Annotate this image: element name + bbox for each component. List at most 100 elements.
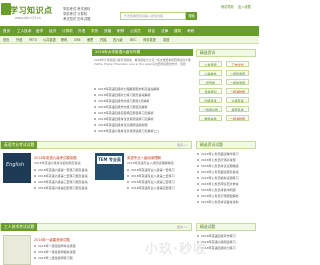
right-categories-header: 精选资讯	[196, 49, 256, 57]
feature-left-desc: 2018年英语六级考试模拟题及答案	[34, 161, 81, 165]
subnav-item[interactable]: 首页	[3, 36, 9, 44]
right-categories-heading: 精选资讯	[200, 50, 216, 55]
right-lists-header: 精选资讯试题	[196, 141, 256, 149]
list-item[interactable]: 2018年英语四级听力练习题及答案解析	[94, 93, 178, 97]
list-item[interactable]: 2018年公务员考前冲刺题	[197, 188, 261, 192]
featured-header: 2018年大学英语六级写作模	[92, 49, 193, 56]
nav-item[interactable]: 建筑	[174, 26, 181, 36]
category-link[interactable]: 四级英语	[199, 97, 222, 103]
subnav-item[interactable]: PETS	[29, 36, 37, 44]
list-item[interactable]: 2018年英语六级第三套练习题及答案	[34, 180, 92, 184]
nav-item[interactable]: 资格	[104, 26, 111, 36]
category-link[interactable]: 公务员题	[199, 61, 222, 67]
category-link[interactable]: 一级造价师	[199, 106, 222, 112]
subnav-item[interactable]: 外语	[16, 36, 22, 44]
list-item[interactable]: 2018年英语专业八级第三套练习	[127, 180, 190, 184]
list-item[interactable]: 2018年英语四级考试仔细阅读模拟题	[94, 123, 178, 127]
list-item[interactable]: 2018年英语六级第二套练习题及答案	[34, 174, 92, 178]
english-thumbnail-image[interactable]: English	[3, 153, 31, 183]
category-link[interactable]: 六级英语	[226, 97, 249, 103]
list-item[interactable]: 2018年英语四级作文练习题目及解析	[94, 105, 178, 109]
nav-item[interactable]: 医学	[36, 26, 43, 36]
category-link[interactable]: 二级消防师	[226, 88, 249, 94]
subnav-item[interactable]: 职称	[61, 36, 67, 44]
feature-right-desc: 2018年英语专业八级阅读理解精选	[127, 161, 174, 165]
category-link[interactable]: 一级消防师	[226, 115, 249, 121]
category-link[interactable]: 自考培训	[199, 88, 222, 94]
site-nav-link[interactable]: 网站导航	[221, 4, 234, 9]
list-item[interactable]: 2018年公务员行测必考题	[197, 158, 261, 162]
tem-thumbnail-label: TEM 专业英语	[97, 156, 122, 170]
featured-heading[interactable]: 2018年大学英语六级写作模	[95, 49, 140, 56]
subnav-item[interactable]: GRE	[74, 36, 81, 44]
subnav-item[interactable]: 托福	[100, 36, 106, 44]
list-item[interactable]: 2018年英语四级听力理解题型材料及答案解析	[94, 87, 178, 91]
subnav-item[interactable]: 公共英语	[43, 36, 56, 44]
more-link[interactable]: 更多>>	[177, 223, 188, 231]
category-link[interactable]: 教师资格	[199, 115, 222, 121]
nav-item[interactable]: 法律	[161, 26, 168, 36]
search-input[interactable]: 方法查看查找请输入搜索内容	[120, 12, 186, 20]
subnav-item[interactable]: BEC	[130, 36, 136, 44]
category-link[interactable]: 一级建造师	[226, 70, 249, 76]
subnav-item[interactable]: 商务英语	[143, 36, 156, 44]
nav-item[interactable]: 公务员	[130, 26, 141, 36]
list-item[interactable]: 2018年公务员面试精华练习	[197, 152, 261, 156]
subnav-item[interactable]: 四六级	[113, 36, 123, 44]
nav-item[interactable]: 职称	[117, 26, 124, 36]
list-item[interactable]: 2018年一级建造师模拟试题	[34, 250, 92, 254]
english-section-heading[interactable]: 英语专业考试试题	[1, 141, 38, 149]
search-button[interactable]: 搜索	[186, 12, 197, 20]
category-link[interactable]: 经济学	[199, 79, 222, 85]
list-item[interactable]: 2018年公务员考试备考资料	[197, 200, 261, 204]
list-item[interactable]: 2018年一级建造师考试真题	[34, 244, 92, 248]
list-item[interactable]: 2018年英语四级考试长篇阅读练习及解析	[94, 117, 178, 121]
feature-left-title[interactable]: 2018年英语六级考试模拟题	[34, 155, 77, 160]
nav-item[interactable]: 首页	[3, 26, 10, 36]
tagline-3: 考试知识 历年试题	[63, 17, 91, 21]
nav-item[interactable]: 工人技术	[17, 26, 31, 36]
sub-nav: 首页 外语 PETS 公共英语 职称 GRE 雅思 托福 四六级 BEC 商务英…	[0, 36, 259, 44]
list-item[interactable]: 2018年英语专业八级第四套练习	[127, 186, 190, 190]
tem-thumbnail-image[interactable]: TEM 专业英语	[95, 153, 124, 180]
feature-right-title[interactable]: 英语专业八级阅读理解	[127, 155, 161, 160]
tech-thumbnail-image[interactable]	[3, 235, 31, 265]
more-link[interactable]: 更多>>	[177, 141, 188, 149]
list-item[interactable]: 2018年公务员行测题型解析	[197, 194, 261, 198]
tech-feature-title[interactable]: 2018年一级建造师试题	[34, 237, 70, 242]
featured-intro: 2018年大学英语六级写作模板：推荐模板大全写一篇文章要求按照所提供大纲(Ski…	[94, 58, 191, 66]
list-item[interactable]: 2018年英语专业八级第二套练习	[127, 174, 190, 178]
category-link[interactable]: 二级建造师	[226, 79, 249, 85]
nav-item[interactable]: 考研	[187, 26, 194, 36]
subnav-item[interactable]: 雅思	[87, 36, 93, 44]
list-item[interactable]: 2018年英语六级第四套练习题及答案	[34, 186, 92, 190]
english-thumbnail-label: English	[6, 162, 25, 168]
list-item[interactable]: 2018年公务员面试题及答案	[197, 170, 261, 174]
site-url: www.djks123.cn	[15, 16, 41, 20]
subnav-item[interactable]: 英语	[163, 36, 169, 44]
category-link[interactable]: 考研英语	[226, 106, 249, 112]
list-item[interactable]: 2018年英语四级作文练习题目2及解析	[94, 99, 178, 103]
list-item[interactable]: 2018年公务员考试试题精选	[197, 164, 261, 168]
list-item[interactable]: 2018年公务员模拟试题练习	[197, 176, 261, 180]
watermark-text: 小玖·秒收	[145, 242, 207, 257]
english-section-header: 英语专业考试试题 更多>>	[0, 141, 192, 149]
site-title[interactable]: 学习知识点	[10, 5, 53, 16]
nav-item[interactable]: 学历	[91, 26, 98, 36]
right-lists-2-heading: 精选试题	[200, 224, 216, 229]
nav-item[interactable]: 计算机	[62, 26, 73, 36]
list-item[interactable]: 2018年英语四级完型填空题目练习及解析	[94, 111, 178, 115]
tech-section-header: 工人技术考试试题 更多>>	[0, 223, 192, 231]
list-item[interactable]: 2018年公务员申论范文参考	[197, 182, 261, 186]
category-link[interactable]: 心得体会	[199, 70, 222, 76]
list-item[interactable]: 2018年英语六级第一套练习题及答案	[34, 168, 92, 172]
nav-item[interactable]: 外语	[78, 26, 85, 36]
nav-item[interactable]: 财会	[148, 26, 155, 36]
list-item[interactable]: 2018年英语专业八级第一套练习	[127, 168, 190, 172]
add-favorite-link[interactable]: 加入收藏	[238, 4, 251, 9]
category-link[interactable]: 工作计划	[226, 61, 249, 67]
list-item[interactable]: 2018年二级建造师练习题	[34, 256, 92, 260]
nav-item[interactable]: 经济	[49, 26, 56, 36]
list-item[interactable]: 2018年英语六级考试长篇阅读练习及解析(二)	[94, 129, 178, 133]
tech-section-heading[interactable]: 工人技术考试试题	[1, 223, 38, 231]
